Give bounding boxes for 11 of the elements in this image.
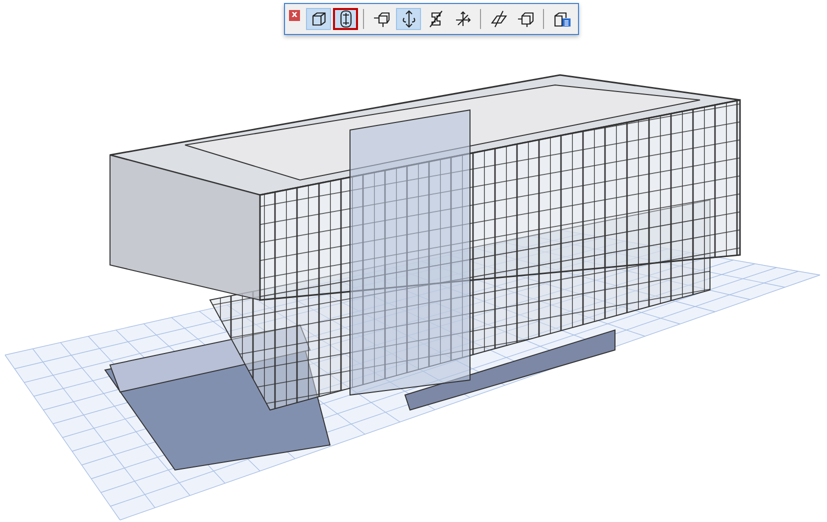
corner-tool-icon [372,10,390,28]
toolbar-button[interactable] [396,8,421,30]
cube-tool-icon [516,10,534,28]
plane-tool-icon [490,10,508,28]
close-button[interactable]: x [289,10,300,20]
toolbar-button[interactable] [306,8,331,30]
axes-tool-icon [454,10,472,28]
profile-tool-icon [426,10,444,28]
toolbar-button[interactable] [333,8,358,30]
box-tool-icon [310,10,328,28]
list-tool-icon [552,10,570,28]
